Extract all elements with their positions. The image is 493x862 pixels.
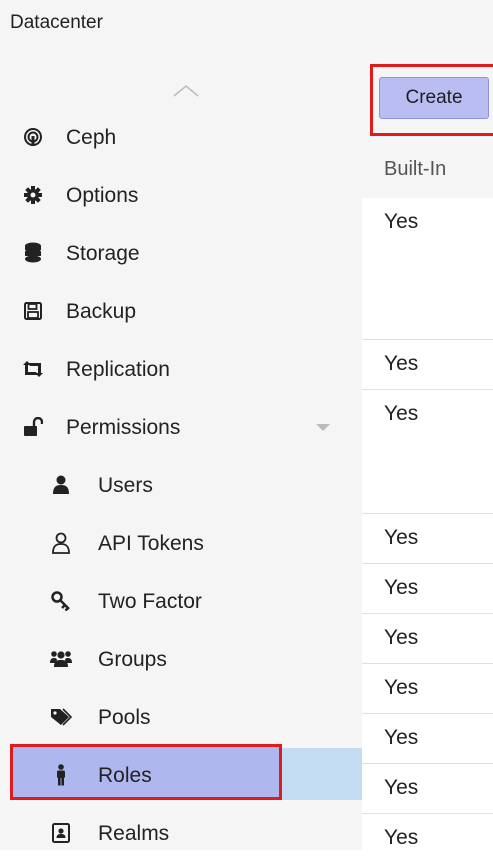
- header-title: Datacenter: [10, 12, 103, 33]
- column-header-label: Built-In: [384, 158, 447, 180]
- sidebar-item-label: Two Factor: [98, 590, 202, 613]
- built-in-cell: Yes: [384, 352, 419, 375]
- table-row[interactable]: Yes: [362, 614, 493, 664]
- user-icon: [50, 474, 72, 496]
- sidebar-item-label: Permissions: [66, 416, 181, 439]
- sidebar-item-label: Replication: [66, 358, 170, 381]
- sidebar-item-groups[interactable]: Groups: [0, 632, 362, 688]
- roles-grid-panel: Create Built-In Yes Yes Yes Yes Yes Yes …: [362, 64, 493, 850]
- sidebar-item-label: Users: [98, 474, 153, 497]
- sidebar-item-options[interactable]: Options: [0, 168, 362, 224]
- sidebar-nav: Ceph Options Storage Backup Replication …: [0, 64, 363, 850]
- floppy-icon: [22, 300, 44, 322]
- chevron-down-icon[interactable]: [316, 424, 330, 431]
- sidebar-item-two-factor[interactable]: Two Factor: [0, 574, 362, 630]
- unlock-icon: [22, 416, 44, 438]
- ceph-icon: [22, 126, 44, 148]
- sidebar-item-backup[interactable]: Backup: [0, 284, 362, 340]
- table-row[interactable]: Yes: [362, 514, 493, 564]
- user-outline-icon: [50, 532, 72, 554]
- sidebar-item-label: Backup: [66, 300, 137, 323]
- sidebar-item-label: Pools: [98, 706, 151, 729]
- sidebar-item-label: Groups: [98, 648, 167, 671]
- built-in-cell: Yes: [384, 826, 419, 849]
- selection-row-fill: [282, 748, 362, 800]
- sidebar-item-label: API Tokens: [98, 532, 204, 555]
- retweet-icon: [22, 358, 44, 380]
- panel-header: Datacenter: [0, 0, 493, 65]
- sidebar-item-realms[interactable]: Realms: [0, 806, 362, 862]
- table-row[interactable]: Yes: [362, 764, 493, 814]
- sidebar-item-storage[interactable]: Storage: [0, 226, 362, 282]
- sidebar-item-api-tokens[interactable]: API Tokens: [0, 516, 362, 572]
- sidebar-item-label: Realms: [98, 822, 170, 845]
- table-row[interactable]: Yes: [362, 714, 493, 764]
- key-icon: [50, 590, 72, 612]
- table-row[interactable]: Yes: [362, 564, 493, 614]
- users-icon: [50, 648, 72, 670]
- built-in-cell: Yes: [384, 776, 419, 799]
- tags-icon: [50, 706, 72, 728]
- built-in-cell: Yes: [384, 676, 419, 699]
- sidebar-item-users[interactable]: Users: [0, 458, 362, 514]
- sidebar-item-ceph[interactable]: Ceph: [0, 110, 362, 166]
- built-in-cell: Yes: [384, 576, 419, 599]
- built-in-cell: Yes: [384, 402, 419, 425]
- built-in-cell: Yes: [384, 626, 419, 649]
- table-row[interactable]: Yes: [362, 390, 493, 514]
- table-row[interactable]: Yes: [362, 340, 493, 390]
- table-row[interactable]: Yes: [362, 664, 493, 714]
- sidebar-item-pools[interactable]: Pools: [0, 690, 362, 746]
- male-icon: [50, 764, 72, 786]
- sidebar-item-label: Storage: [66, 242, 140, 265]
- toolbar: Create: [362, 64, 493, 143]
- sidebar-item-label: Ceph: [66, 126, 117, 149]
- sidebar-item-label: Roles: [98, 764, 152, 787]
- create-button[interactable]: Create: [379, 77, 489, 119]
- table-row[interactable]: Yes: [362, 198, 493, 340]
- built-in-cell: Yes: [384, 526, 419, 549]
- table-row[interactable]: Yes: [362, 814, 493, 850]
- address-book-icon: [50, 822, 72, 844]
- gear-icon: [22, 184, 44, 206]
- column-header-built-in[interactable]: Built-In: [362, 142, 493, 199]
- sidebar-item-replication[interactable]: Replication: [0, 342, 362, 398]
- built-in-cell: Yes: [384, 726, 419, 749]
- database-icon: [22, 242, 44, 264]
- built-in-cell: Yes: [384, 210, 419, 233]
- sidebar-item-label: Options: [66, 184, 139, 207]
- sidebar-item-permissions[interactable]: Permissions: [0, 400, 362, 456]
